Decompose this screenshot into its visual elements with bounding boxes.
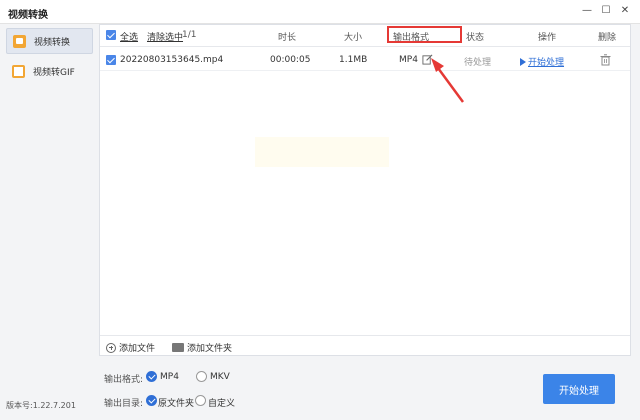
- select-all-checkbox[interactable]: [106, 30, 116, 40]
- sidebar-item-label: 视频转换: [34, 37, 71, 48]
- sidebar-item-video-convert[interactable]: 视频转换: [6, 28, 93, 54]
- dir-original-label[interactable]: 原文件夹: [158, 396, 194, 409]
- output-dir-label: 输出目录:: [104, 399, 144, 409]
- trash-icon[interactable]: [600, 54, 611, 66]
- dir-custom-label[interactable]: 自定义: [208, 396, 235, 409]
- format-mkv-radio[interactable]: [196, 371, 207, 382]
- column-status: 状态: [466, 33, 485, 43]
- window-title: 视频转换: [8, 10, 48, 21]
- add-file-button[interactable]: 添加文件: [106, 341, 155, 354]
- column-delete: 删除: [598, 33, 617, 43]
- file-toolbar: 添加文件 添加文件夹: [100, 335, 630, 356]
- title-bar: 视频转换 — ☐ ✕: [0, 0, 640, 24]
- watermark: [255, 137, 389, 167]
- clear-selected-link[interactable]: 清除选中: [147, 30, 183, 43]
- selected-count: 1/1: [182, 30, 197, 40]
- add-folder-label: 添加文件夹: [187, 344, 233, 354]
- sidebar: 视频转换 视频转GIF: [0, 24, 99, 420]
- file-size: 1.1MB: [339, 55, 368, 65]
- format-mp4-label[interactable]: MP4: [160, 372, 179, 382]
- folder-plus-icon: [172, 343, 184, 352]
- gif-icon: [12, 64, 25, 78]
- video-convert-icon: [13, 34, 26, 48]
- table-header: 全选 清除选中 1/1 时长 大小 输出格式 状态 操作 删除: [100, 25, 630, 47]
- dir-original-radio[interactable]: [146, 395, 157, 406]
- column-duration: 时长: [278, 33, 297, 43]
- file-name: 20220803153645.mp4: [120, 55, 224, 65]
- file-format: MP4: [399, 55, 418, 65]
- output-format-label: 输出格式:: [104, 375, 144, 385]
- format-mp4-radio[interactable]: [146, 371, 157, 382]
- play-icon: [520, 58, 526, 66]
- sidebar-item-label: 视频转GIF: [33, 67, 75, 78]
- start-process-label: 开始处理: [528, 58, 565, 68]
- add-file-label: 添加文件: [119, 344, 156, 354]
- table-row[interactable]: 20220803153645.mp4 00:00:05 1.1MB MP4 待处…: [100, 49, 630, 71]
- file-list-panel: 全选 清除选中 1/1 时长 大小 输出格式 状态 操作 删除 20220803…: [99, 24, 631, 356]
- file-duration: 00:00:05: [270, 55, 311, 65]
- file-status: 待处理: [464, 58, 492, 68]
- version-label: 版本号:1.22.7.201: [6, 401, 76, 410]
- plus-circle-icon: [106, 342, 116, 353]
- start-process-button[interactable]: 开始处理: [543, 374, 615, 404]
- add-folder-button[interactable]: 添加文件夹: [172, 341, 232, 354]
- start-process-link[interactable]: 开始处理: [520, 55, 564, 68]
- close-button[interactable]: ✕: [618, 4, 632, 18]
- column-size: 大小: [344, 33, 363, 43]
- output-format-highlight: [387, 26, 462, 43]
- dir-custom-radio[interactable]: [195, 395, 206, 406]
- minimize-button[interactable]: —: [580, 4, 594, 18]
- sidebar-item-video-to-gif[interactable]: 视频转GIF: [6, 58, 93, 84]
- column-action: 操作: [538, 33, 557, 43]
- select-all-link[interactable]: 全选: [120, 30, 138, 43]
- row-checkbox[interactable]: [106, 55, 116, 65]
- format-mkv-label[interactable]: MKV: [210, 372, 230, 382]
- maximize-button[interactable]: ☐: [599, 4, 613, 18]
- edit-format-icon[interactable]: [422, 54, 433, 65]
